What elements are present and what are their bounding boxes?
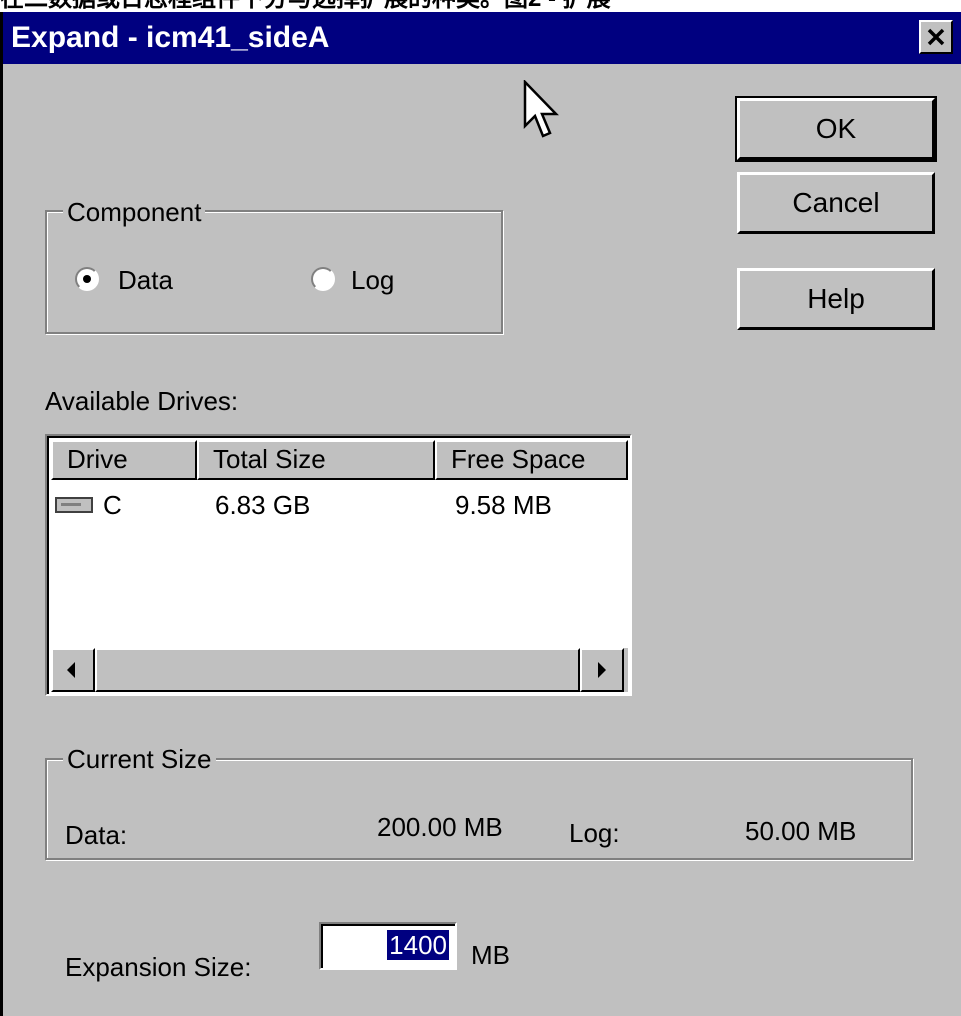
- arrow-right-icon: [598, 662, 606, 678]
- log-radio-label[interactable]: Log: [351, 265, 394, 295]
- log-radio[interactable]: [311, 267, 335, 291]
- page-caption: 在二数据或日志程组件下分与选择扩展的种类。图2 - 扩展: [0, 0, 961, 12]
- data-radio[interactable]: [75, 267, 99, 291]
- free-space-cell: 9.58 MB: [455, 490, 552, 520]
- title-bar[interactable]: Expand - icm41_sideA: [3, 12, 961, 64]
- expansion-size-label: Expansion Size:: [65, 952, 252, 982]
- cancel-button[interactable]: Cancel: [737, 172, 935, 234]
- table-row[interactable]: C 6.83 GB 9.58 MB: [51, 486, 628, 526]
- ok-button[interactable]: OK: [735, 96, 937, 162]
- help-button[interactable]: Help: [737, 268, 935, 330]
- component-group: [45, 210, 503, 334]
- column-header-drive[interactable]: Drive: [51, 440, 197, 480]
- expansion-size-value: 1400: [387, 930, 449, 960]
- current-data-label: Data:: [65, 820, 128, 850]
- expansion-unit-label: MB: [471, 940, 510, 970]
- available-drives-label: Available Drives:: [45, 386, 239, 416]
- close-icon: [927, 28, 945, 46]
- column-header-free-space[interactable]: Free Space: [435, 440, 628, 480]
- data-radio-label[interactable]: Data: [118, 265, 173, 295]
- expand-dialog: Expand - icm41_sideA OK Cancel Help Comp…: [0, 12, 961, 1016]
- column-header-total-size[interactable]: Total Size: [197, 440, 435, 480]
- window-title: Expand - icm41_sideA: [11, 21, 330, 54]
- drive-cell: C: [103, 490, 122, 520]
- arrow-left-icon: [67, 662, 75, 678]
- scroll-left-button[interactable]: [51, 648, 95, 692]
- current-log-label: Log:: [569, 818, 620, 848]
- close-button[interactable]: [919, 20, 953, 54]
- component-group-label: Component: [63, 197, 206, 227]
- current-data-value: 200.00 MB: [377, 812, 503, 842]
- horizontal-scrollbar[interactable]: [51, 648, 628, 692]
- hard-drive-icon: [55, 497, 93, 513]
- scroll-right-button[interactable]: [580, 648, 624, 692]
- expansion-size-input[interactable]: 1400: [319, 922, 457, 970]
- total-size-cell: 6.83 GB: [215, 490, 311, 520]
- current-size-group-label: Current Size: [63, 744, 216, 774]
- current-log-value: 50.00 MB: [745, 816, 857, 846]
- mouse-cursor-icon: [523, 80, 559, 138]
- scroll-thumb[interactable]: [95, 648, 580, 692]
- drives-list[interactable]: Drive Total Size Free Space C 6.83 GB 9.…: [45, 434, 632, 696]
